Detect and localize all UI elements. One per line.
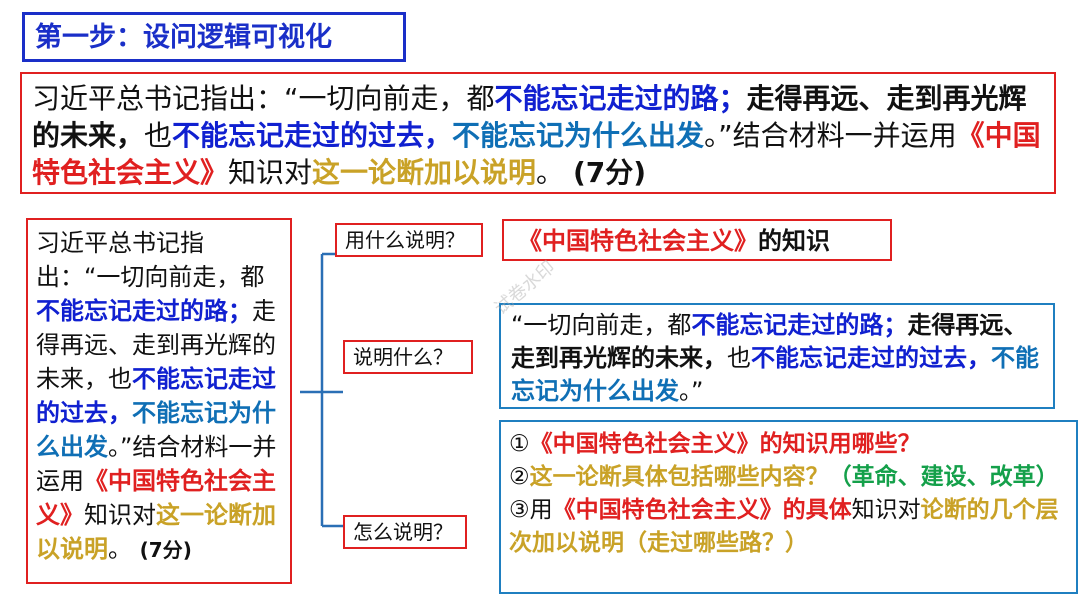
answer-knowledge: 《中国特色社会主义》的知识	[502, 219, 892, 261]
label-what: 用什么说明？	[335, 223, 483, 257]
step-text: 用	[529, 497, 553, 523]
answer-statement-text: 也	[727, 344, 751, 372]
step-text: 知识对	[851, 497, 921, 523]
method-step-1: ①《中国特色社会主义》的知识用哪些？	[509, 428, 1068, 461]
label-which: 说明什么？	[343, 340, 473, 374]
answer-knowledge-suffix: 的知识	[758, 227, 830, 255]
step-note: （革命、建设、改革）	[828, 464, 1059, 490]
answer-statement-highlight: 不能忘记走过的过去，	[751, 344, 991, 372]
step-highlight: 这一论断具体包括哪些内容？	[529, 464, 829, 490]
step-number: ③	[509, 497, 530, 523]
answer-statement-text: “一切向前走，都	[511, 311, 692, 339]
method-step-3: ③用《中国特色社会主义》的具体知识对论断的几个层次加以说明（走过哪些路？）	[509, 494, 1068, 560]
step-text: 的知识用哪些？	[759, 431, 921, 457]
label-how: 怎么说明？	[343, 515, 467, 549]
answer-statement: “一切向前走，都不能忘记走过的路；走得再远、走到再光辉的未来，也不能忘记走过的过…	[499, 303, 1055, 409]
answer-statement-text: 。”	[679, 377, 704, 405]
step-highlight: 《中国特色社会主义》	[529, 431, 760, 457]
step-number: ①	[509, 431, 530, 457]
answer-method: ①《中国特色社会主义》的知识用哪些？ ②这一论断具体包括哪些内容？（革命、建设、…	[499, 420, 1078, 594]
step-text: 的具体	[782, 497, 852, 523]
step-number: ②	[509, 464, 530, 490]
answer-statement-highlight: 不能忘记走过的路；	[691, 311, 908, 339]
step-highlight: 《中国特色社会主义》	[552, 497, 783, 523]
method-step-2: ②这一论断具体包括哪些内容？（革命、建设、改革）	[509, 461, 1068, 494]
answer-knowledge-title: 《中国特色社会主义》	[518, 227, 758, 255]
